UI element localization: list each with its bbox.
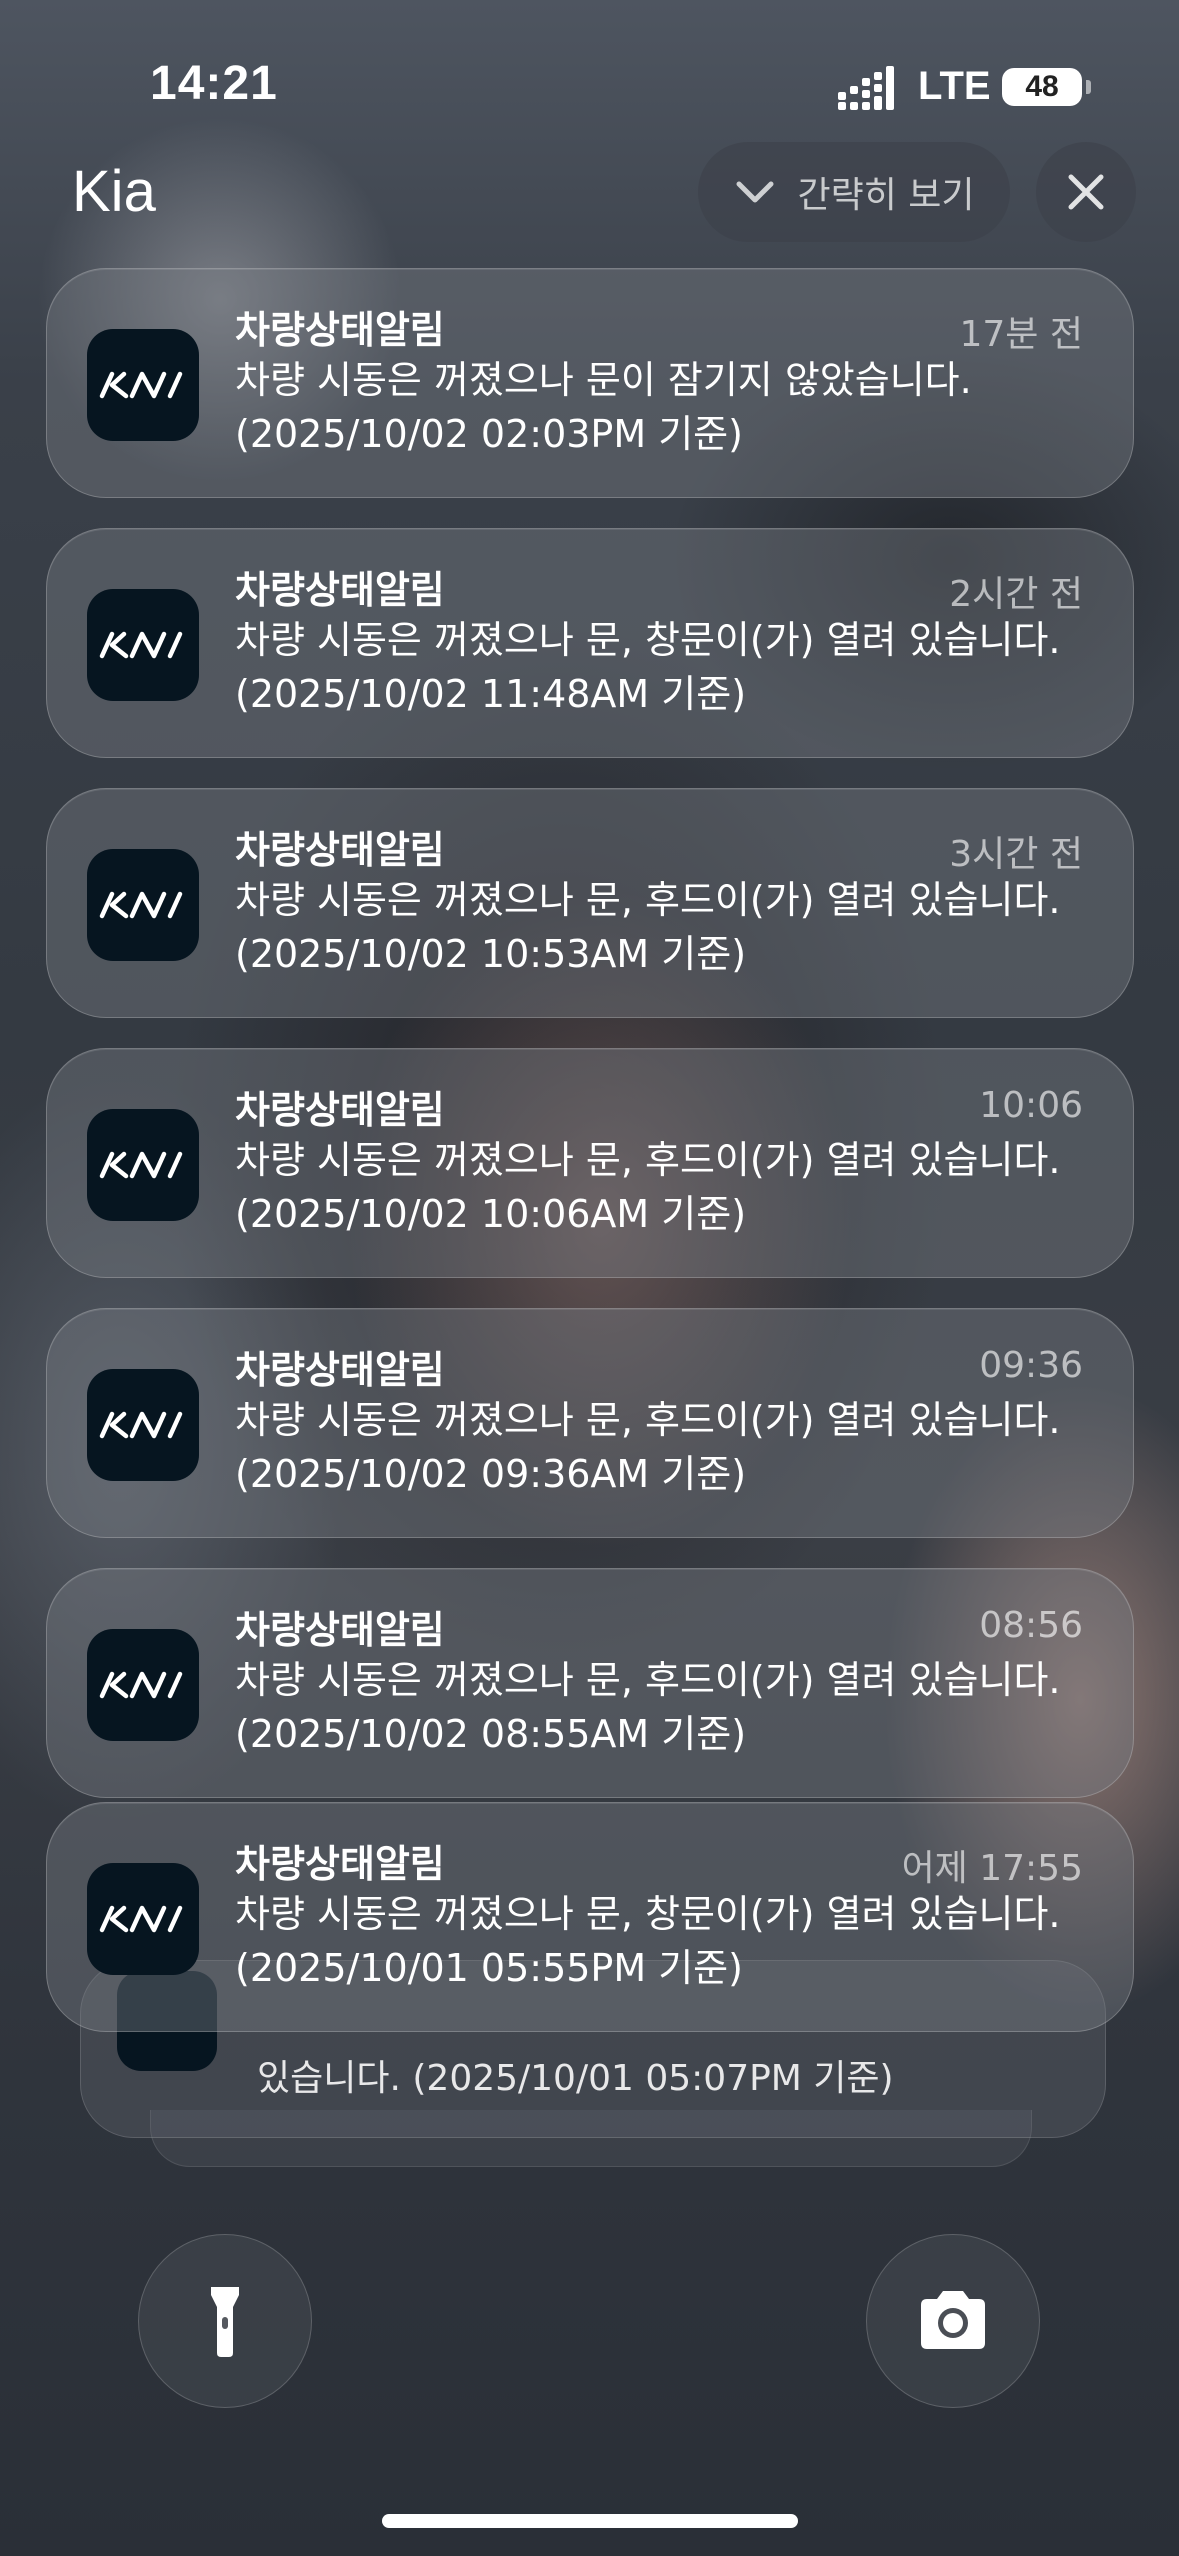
notification-title: 차량상태알림 (235, 1348, 445, 1392)
kia-logo-icon (87, 589, 199, 701)
cellular-signal-icon (838, 66, 894, 110)
close-icon (1068, 174, 1104, 210)
kia-logo-icon (87, 1863, 199, 1975)
battery-tip (1086, 80, 1091, 94)
network-type: LTE (918, 64, 991, 108)
battery-indicator: 48 (1002, 68, 1082, 106)
notification-time: 3시간 전 (949, 834, 1083, 875)
notification-title: 차량상태알림 (235, 308, 445, 352)
notification-card[interactable]: 차량상태알림 2시간 전 차량 시동은 꺼졌으나 문, 창문이(가) 열려 있습니다… (46, 528, 1134, 758)
notification-title: 차량상태알림 (235, 1608, 445, 1652)
notification-time: 17분 전 (959, 314, 1084, 355)
notification-title: 차량상태알림 (235, 828, 445, 872)
notification-title: 차량상태알림 (235, 1088, 445, 1132)
notification-body: 차량 시동은 꺼졌으나 문이 잠기지 않았습니다. (2025/10/02 02… (235, 358, 972, 456)
notification-title: 차량상태알림 (235, 1842, 445, 1886)
notification-card[interactable]: 차량상태알림 09:36 차량 시동은 꺼졌으나 문, 후드이(가) 열려 있습니다… (46, 1308, 1134, 1538)
notification-body: 차량 시동은 꺼졌으나 문, 창문이(가) 열려 있습니다. (2025/10/… (235, 1892, 1061, 1990)
status-time: 14:21 (150, 57, 278, 110)
notification-time: 2시간 전 (949, 574, 1083, 615)
notification-time: 어제 17:55 (901, 1848, 1083, 1889)
show-less-button[interactable]: 간략히 보기 (698, 142, 1010, 242)
show-less-label: 간략히 보기 (797, 175, 975, 216)
notification-title: 차량상태알림 (235, 568, 445, 612)
clear-notifications-button[interactable] (1036, 142, 1136, 242)
home-indicator[interactable] (382, 2514, 798, 2528)
camera-button[interactable] (866, 2234, 1040, 2408)
chevron-down-icon (736, 181, 774, 203)
notification-card[interactable]: 차량상태알림 3시간 전 차량 시동은 꺼졌으나 문, 후드이(가) 열려 있습니다… (46, 788, 1134, 1018)
notification-card[interactable]: 차량상태알림 어제 17:55 차량 시동은 꺼졌으나 문, 창문이(가) 열려 있… (46, 1802, 1134, 2032)
notification-body: 차량 시동은 꺼졌으나 문, 창문이(가) 열려 있습니다. (2025/10/… (235, 618, 1061, 716)
status-bar: 14:21 LTE 48 (0, 0, 1179, 170)
notification-time: 10:06 (979, 1085, 1083, 1126)
flashlight-button[interactable] (138, 2234, 312, 2408)
notification-time: 09:36 (979, 1345, 1083, 1386)
notification-body: 차량 시동은 꺼졌으나 문, 후드이(가) 열려 있습니다. (2025/10/… (235, 878, 1061, 976)
notification-body: 차량 시동은 꺼졌으나 문, 후드이(가) 열려 있습니다. (2025/10/… (235, 1658, 1061, 1756)
stacked-notification-body: 있습니다. (2025/10/01 05:07PM 기준) (257, 2058, 894, 2099)
notification-time: 08:56 (979, 1605, 1083, 1646)
notification-card[interactable]: 차량상태알림 17분 전 차량 시동은 꺼졌으나 문이 잠기지 않았습니다. (20… (46, 268, 1134, 498)
kia-logo-icon (87, 1109, 199, 1221)
camera-icon (921, 2291, 985, 2349)
notification-body: 차량 시동은 꺼졌으나 문, 후드이(가) 열려 있습니다. (2025/10/… (235, 1398, 1061, 1496)
notification-card[interactable]: 차량상태알림 08:56 차량 시동은 꺼졌으나 문, 후드이(가) 열려 있습니다… (46, 1568, 1134, 1798)
kia-logo-icon (87, 1369, 199, 1481)
kia-logo-icon (87, 329, 199, 441)
kia-logo-icon (87, 1629, 199, 1741)
notification-group-title: Kia (72, 159, 156, 224)
flashlight-icon (211, 2287, 239, 2357)
notification-body: 차량 시동은 꺼졌으나 문, 후드이(가) 열려 있습니다. (2025/10/… (235, 1138, 1061, 1236)
kia-logo-icon (87, 849, 199, 961)
notification-card[interactable]: 차량상태알림 10:06 차량 시동은 꺼졌으나 문, 후드이(가) 열려 있습니다… (46, 1048, 1134, 1278)
